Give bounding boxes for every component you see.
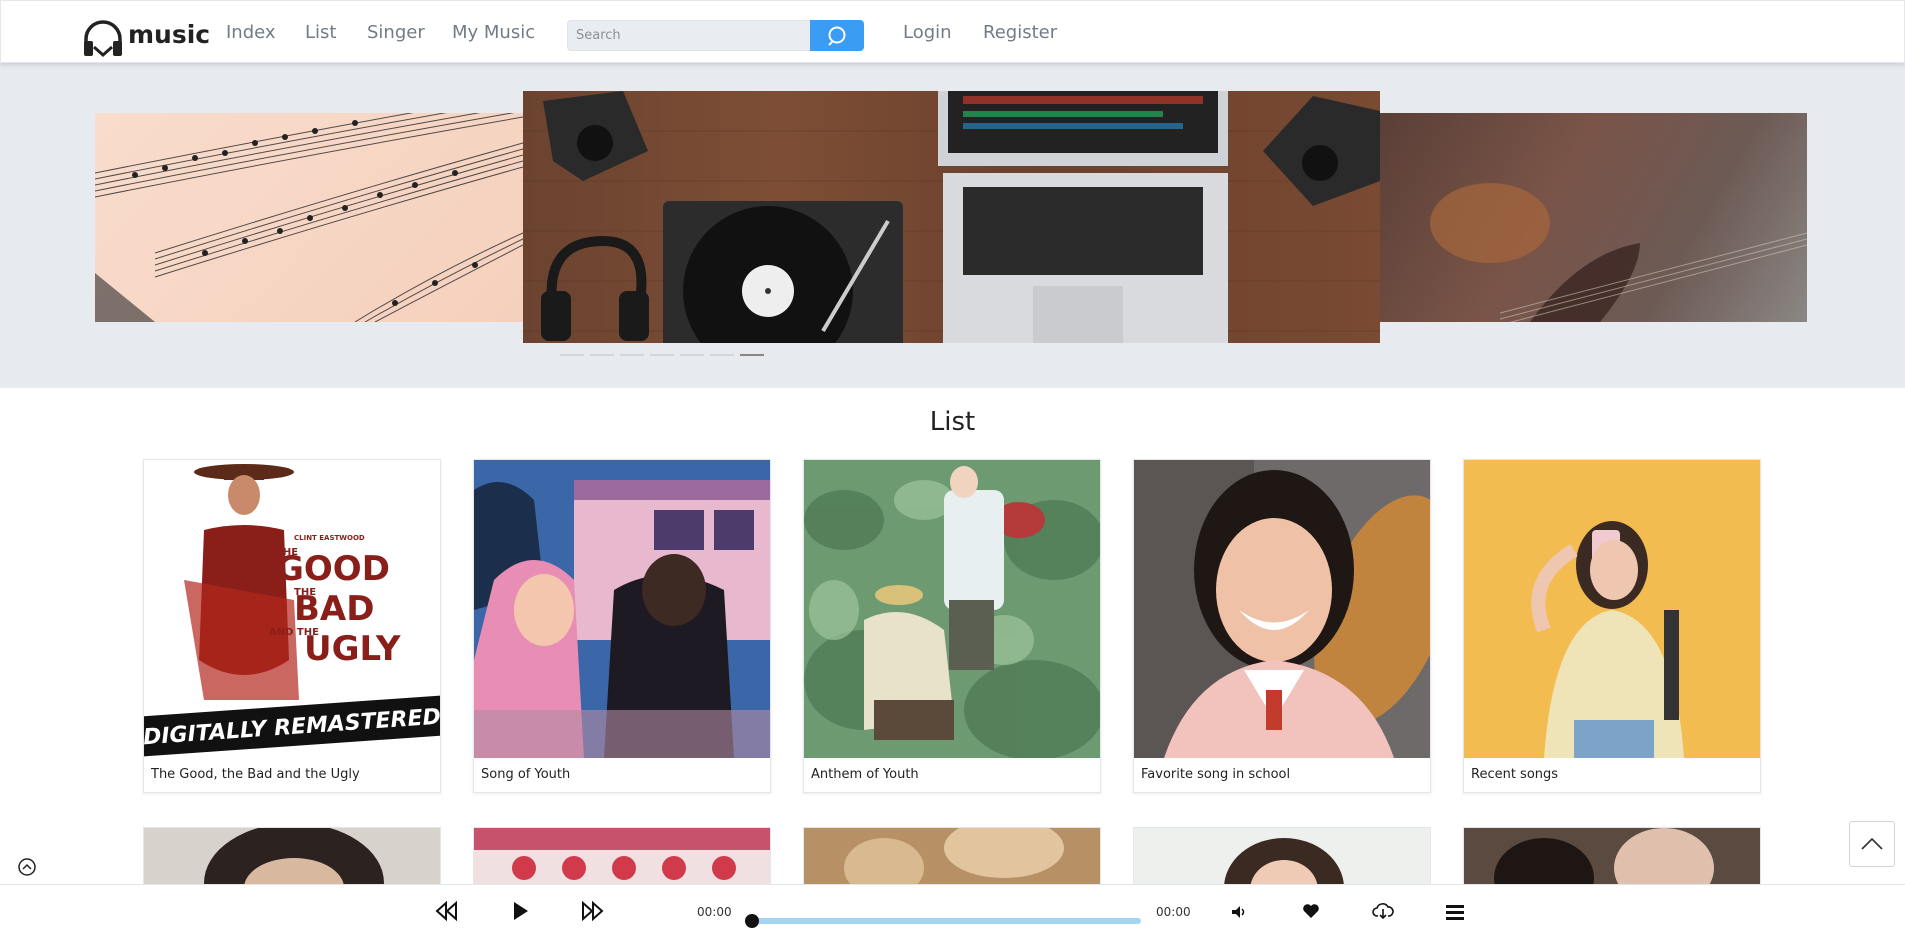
- playlist-cover-image: [474, 460, 770, 758]
- current-time: 00:00: [697, 905, 732, 919]
- menu-icon: [1446, 905, 1464, 920]
- playlist-cover-image: [1134, 460, 1430, 758]
- login-link[interactable]: Login: [903, 22, 952, 43]
- back-to-top-button[interactable]: [1849, 821, 1895, 867]
- indicator-dot[interactable]: [560, 354, 584, 356]
- cover-title-line: GOOD: [276, 549, 390, 589]
- download-button[interactable]: [1372, 902, 1394, 924]
- playlist-card-partial[interactable]: [1133, 827, 1431, 887]
- slide-sheet-music[interactable]: [95, 113, 523, 322]
- playlist-cover-image: [1464, 460, 1760, 758]
- top-header: music Index List Singer My Music Login R…: [0, 0, 1905, 63]
- search-icon: [828, 26, 846, 46]
- cloud-download-icon: [1372, 903, 1394, 920]
- indicator-dot[interactable]: [710, 354, 734, 356]
- total-time: 00:00: [1156, 905, 1191, 919]
- playlist-card[interactable]: CLINT EASTWOOD THE GOOD THE BAD AND THE …: [143, 459, 441, 793]
- music-player-bar: 00:00 00:00: [0, 884, 1905, 939]
- playlist-cover-image: CLINT EASTWOOD THE GOOD THE BAD AND THE …: [144, 460, 440, 758]
- previous-button[interactable]: [435, 900, 459, 926]
- logo-text: music: [128, 19, 211, 49]
- cover-title-line: BAD: [294, 589, 374, 629]
- next-button[interactable]: [580, 900, 604, 926]
- logo[interactable]: music: [81, 15, 210, 59]
- indicator-dot[interactable]: [590, 354, 614, 356]
- volume-icon: [1232, 906, 1245, 918]
- indicator-dot[interactable]: [620, 354, 644, 356]
- rewind-icon: [435, 900, 457, 922]
- list-section-title: List: [929, 407, 976, 437]
- scroll-up-small-button[interactable]: [17, 857, 37, 877]
- progress-bar[interactable]: [750, 918, 1141, 924]
- chevron-up-icon: [1861, 837, 1883, 850]
- nav-singer[interactable]: Singer: [367, 22, 425, 43]
- playlist-title: Favorite song in school: [1141, 767, 1291, 782]
- indicator-dot[interactable]: [650, 354, 674, 356]
- playlist-title: Recent songs: [1471, 767, 1559, 782]
- search-input[interactable]: [567, 20, 811, 51]
- search-button[interactable]: [810, 20, 864, 51]
- playlist-menu-button[interactable]: [1446, 904, 1464, 924]
- sheet-music-image: [95, 113, 523, 322]
- nav-index[interactable]: Index: [226, 22, 276, 43]
- cover-actor-text: CLINT EASTWOOD: [294, 534, 365, 542]
- playlist-title: The Good, the Bad and the Ugly: [151, 767, 360, 782]
- progress-knob[interactable]: [745, 914, 759, 928]
- volume-button[interactable]: [1231, 904, 1247, 923]
- headphones-logo-icon: [84, 20, 122, 58]
- playlist-card[interactable]: Anthem of Youth: [803, 459, 1101, 793]
- playlist-title: Song of Youth: [481, 767, 571, 782]
- slide-guitar[interactable]: [1380, 113, 1807, 322]
- cover-title-line: UGLY: [304, 629, 401, 669]
- register-link[interactable]: Register: [983, 22, 1057, 43]
- turntable-laptop-image: [523, 91, 1380, 343]
- guitar-image: [1430, 183, 1807, 322]
- play-button[interactable]: [512, 900, 530, 926]
- indicator-dot[interactable]: [680, 354, 704, 356]
- chevron-up-circle-icon: [18, 858, 36, 876]
- favorite-button[interactable]: [1302, 903, 1320, 923]
- nav-my-music[interactable]: My Music: [452, 22, 535, 43]
- playlist-card-partial[interactable]: [143, 827, 441, 887]
- playlist-title: Anthem of Youth: [811, 767, 919, 782]
- playlist-card-partial[interactable]: [803, 827, 1101, 887]
- carousel-indicators: [560, 354, 764, 356]
- playlist-card[interactable]: Favorite song in school: [1133, 459, 1431, 793]
- playlist-cover-image: [804, 460, 1100, 758]
- indicator-dot-active[interactable]: [740, 354, 764, 356]
- slide-turntable-laptop[interactable]: [523, 91, 1380, 343]
- playlist-card-partial[interactable]: [1463, 827, 1761, 887]
- banner-carousel: [0, 63, 1905, 388]
- playlist-card[interactable]: Recent songs: [1463, 459, 1761, 793]
- playlist-card[interactable]: Song of Youth: [473, 459, 771, 793]
- heart-icon: [1303, 904, 1319, 918]
- nav-list[interactable]: List: [305, 22, 336, 43]
- fast-forward-icon: [582, 900, 604, 922]
- playlist-card-partial[interactable]: [473, 827, 771, 887]
- play-icon: [514, 902, 528, 920]
